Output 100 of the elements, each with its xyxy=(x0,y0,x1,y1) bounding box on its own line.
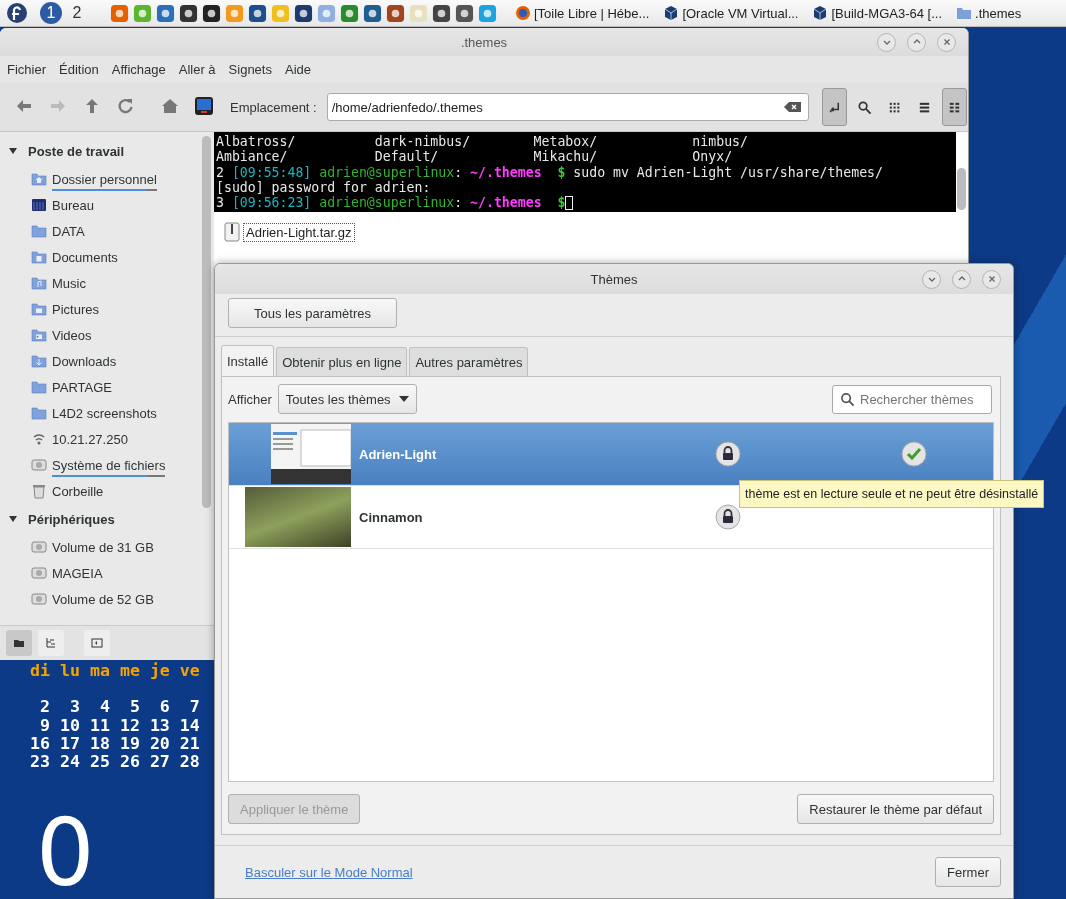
desktop-icon xyxy=(31,197,47,213)
tab[interactable]: Installé xyxy=(221,345,275,376)
house-icon xyxy=(160,96,180,116)
calendar-weekdays: di lu ma me je ve xyxy=(30,662,200,681)
sidebar-item[interactable]: Videos xyxy=(0,322,92,348)
search-icon xyxy=(840,391,855,407)
sidebar-item[interactable]: Pictures xyxy=(0,296,99,322)
sidebar-item[interactable]: Corbeille xyxy=(0,478,104,504)
menu-item[interactable]: Affichage xyxy=(111,62,166,77)
workspace-button[interactable]: 1 xyxy=(40,2,62,24)
sidebar-item[interactable]: PARTAGE xyxy=(0,374,112,400)
calendar-week: 23 24 25 26 27 28 xyxy=(30,753,200,772)
calendar-week: 16 17 18 19 20 21 xyxy=(30,734,200,754)
taskbar-item[interactable]: .themes xyxy=(952,5,1026,21)
menu-item[interactable]: Édition xyxy=(59,62,99,77)
maximize-button[interactable] xyxy=(907,32,926,52)
trash-icon xyxy=(31,483,47,499)
drive-icon xyxy=(31,591,47,607)
filter-label: Afficher xyxy=(228,391,272,407)
sidebar-item[interactable]: MAGEIA xyxy=(0,560,103,586)
logo-icon[interactable] xyxy=(6,2,28,24)
sidebar-item[interactable]: DATA xyxy=(0,218,85,244)
location-label: Emplacement : xyxy=(230,99,317,115)
globe-icon xyxy=(515,5,531,21)
hide-sidebar-button[interactable] xyxy=(84,630,110,656)
mode-link[interactable]: Basculer sur le Mode Normal xyxy=(245,864,413,880)
search-field[interactable]: Rechercher thèmes xyxy=(832,384,992,414)
folder-icon xyxy=(31,379,47,395)
location-toggle-view-button[interactable] xyxy=(821,88,847,126)
restore-default-button[interactable]: Restaurer le thème par défaut xyxy=(797,794,994,824)
taskbar-item[interactable]: [Oracle VM Virtual... xyxy=(659,5,803,21)
drive-icon xyxy=(31,457,47,473)
sidebar-item[interactable]: Volume de 31 GB xyxy=(0,534,154,560)
app-launcher-icon[interactable] xyxy=(363,3,382,23)
close-button[interactable] xyxy=(982,269,1001,289)
close-icon xyxy=(986,274,997,284)
scrollbar[interactable] xyxy=(957,168,966,210)
monitor-icon xyxy=(194,96,214,116)
archive-icon xyxy=(224,222,240,243)
sidebar-item[interactable]: Music xyxy=(0,270,86,296)
folder-icon xyxy=(31,353,47,369)
app-launcher-icon[interactable] xyxy=(179,3,198,23)
folder-icon xyxy=(31,301,47,317)
taskbar-item[interactable]: [Toile Libre | Hébe... xyxy=(511,5,654,21)
sidebar-item[interactable]: Bureau xyxy=(0,192,94,218)
close-icon xyxy=(941,37,952,47)
minimize-button[interactable] xyxy=(877,32,896,52)
sidebar-item[interactable]: L4D2 screenshots xyxy=(0,400,157,426)
sidebar-icon xyxy=(91,637,103,649)
sidebar-item[interactable]: Volume de 52 GB xyxy=(0,586,154,612)
search-icon xyxy=(856,99,872,115)
app-launcher-icon[interactable] xyxy=(432,3,451,23)
folder-icon xyxy=(31,171,47,187)
scrollbar[interactable] xyxy=(202,136,211,508)
menu-item[interactable]: Signets xyxy=(228,62,272,77)
tree-icon xyxy=(45,637,57,649)
filter-dropdown[interactable]: Toutes les thèmes xyxy=(277,384,417,414)
app-launcher-icon[interactable] xyxy=(455,3,474,23)
folder-icon xyxy=(31,405,47,421)
sidebar-item[interactable]: Système de fichiers xyxy=(0,452,166,478)
tab[interactable]: Obtenir plus en ligne xyxy=(276,347,408,376)
folder-icon xyxy=(31,249,47,265)
app-launcher-icon[interactable] xyxy=(294,3,313,23)
dialog-title: Thèmes xyxy=(590,271,638,287)
maximize-button[interactable] xyxy=(952,269,971,289)
app-launcher-icon[interactable] xyxy=(202,3,221,23)
places-button[interactable] xyxy=(6,630,32,656)
tree-button[interactable] xyxy=(38,630,64,656)
sidebar-item[interactable]: 10.21.27.250 xyxy=(0,426,128,452)
minimize-button[interactable] xyxy=(922,269,941,289)
menu-item[interactable]: Aide xyxy=(284,62,311,77)
drive-icon xyxy=(31,539,47,555)
sidebar-section-header[interactable]: Poste de travail xyxy=(0,136,125,166)
network-icon xyxy=(31,431,47,447)
close-button[interactable] xyxy=(937,32,956,52)
menu-item[interactable]: Fichier xyxy=(7,62,46,77)
compact-view-button[interactable] xyxy=(941,88,967,126)
cube-icon xyxy=(663,5,680,21)
folder-icon xyxy=(956,5,972,21)
clear-icon[interactable] xyxy=(783,101,802,113)
terminal-line: 3 [09:56:23] adrien@superlinux: ~/.themes $ xyxy=(216,195,574,211)
theme-name: Adrien-Light xyxy=(358,446,438,462)
location-field[interactable]: /home/adrienfedo/.themes xyxy=(326,93,809,121)
terminal-line: [sudo] password for adrien: xyxy=(216,179,431,196)
window-title: .themes xyxy=(460,34,508,50)
sidebar-item[interactable]: Downloads xyxy=(0,348,117,374)
menu-item[interactable]: Aller à xyxy=(178,62,216,77)
sidebar-item[interactable]: Dossier personnel xyxy=(0,166,157,192)
sidebar-item[interactable]: Documents xyxy=(0,244,118,270)
folder-icon xyxy=(31,223,47,239)
app-launcher-icon[interactable] xyxy=(248,3,267,23)
tooltip: thème est en lecture seule et ne peut être désinstallé xyxy=(739,480,1045,508)
all-settings-button[interactable]: Tous les paramètres xyxy=(228,298,397,328)
terminal-line: Albatross/ dark-nimbus/ Metabox/ nimbus/ xyxy=(216,134,748,150)
workspace-button[interactable]: 2 xyxy=(66,2,88,24)
taskbar-item[interactable]: [Build-MGA3-64 [... xyxy=(808,5,946,21)
sidebar-section-header[interactable]: Périphériques xyxy=(0,504,115,534)
tab[interactable]: Autres paramètres xyxy=(409,347,529,376)
close-dialog-button[interactable]: Fermer xyxy=(935,857,1001,887)
computer-button[interactable] xyxy=(194,96,216,118)
